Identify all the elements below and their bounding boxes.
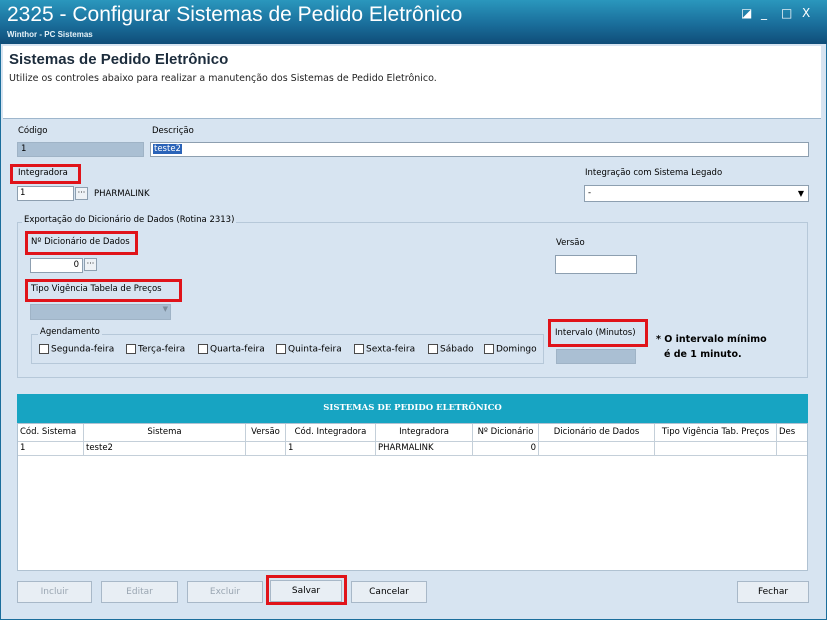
table-cell[interactable]: 0 [473,442,539,456]
table-cell[interactable]: PHARMALINK [376,442,473,456]
versao-label: Versão [556,238,585,248]
checkbox-box[interactable] [39,344,49,354]
checkbox-sabado[interactable]: Sábado [428,344,474,355]
checkbox-box[interactable] [126,344,136,354]
descricao-value: teste2 [153,144,182,154]
grid-title: SISTEMAS DE PEDIDO ELETRÔNICO [17,394,808,423]
column-header-versao[interactable]: Versão [246,424,286,442]
column-header-dicionario-dados[interactable]: Dicionário de Dados [539,424,655,442]
checkbox-sexta[interactable]: Sexta-feira [354,344,415,355]
minimize-button[interactable]: _ [761,6,767,20]
tipo-vigencia-label: Tipo Vigência Tabela de Preços [31,284,162,294]
page-title: Sistemas de Pedido Eletrônico [9,51,229,68]
checkbox-segunda[interactable]: Segunda-feira [39,344,114,355]
integradora-code-input[interactable]: 1 [17,186,74,201]
dicionario-label: Nº Dicionário de Dados [31,237,130,247]
close-button[interactable]: X [802,6,810,20]
fechar-button[interactable]: Fechar [737,581,809,603]
chevron-down-icon: ▼ [797,189,804,198]
window-title: 2325 - Configurar Sistemas de Pedido Ele… [7,3,463,26]
chevron-down-icon: ▼ [162,305,168,313]
agendamento-label: Agendamento [38,327,102,337]
column-header-tipo-vigencia[interactable]: Tipo Vigência Tab. Preços [655,424,777,442]
exportacao-label: Exportação do Dicionário de Dados (Rotin… [22,215,237,225]
table-cell[interactable]: teste2 [84,442,246,456]
title-bar: 2325 - Configurar Sistemas de Pedido Ele… [0,0,827,44]
column-header-descricao[interactable]: Des [777,424,807,442]
cancelar-button[interactable]: Cancelar [351,581,427,603]
checkbox-box[interactable] [428,344,438,354]
checkbox-label: Quarta-feira [210,344,265,355]
intervalo-label: Intervalo (Minutos) [555,328,636,338]
integradora-label: Integradora [18,168,68,178]
codigo-field: 1 [17,142,144,157]
intervalo-input[interactable] [556,349,636,364]
maximize-button[interactable]: □ [781,6,792,20]
page-description: Utilize os controles abaixo para realiza… [9,73,437,84]
integradora-name: PHARMALINK [94,189,150,199]
table-cell[interactable]: 1 [286,442,376,456]
intervalo-note-line2: é de 1 minuto. [664,349,742,360]
checkbox-quinta[interactable]: Quinta-feira [276,344,342,355]
column-header-sistema[interactable]: Sistema [84,424,246,442]
page-header: Sistemas de Pedido Eletrônico Utilize os… [3,46,821,119]
integracao-legado-value: - [588,188,592,198]
excluir-button[interactable]: Excluir [187,581,263,603]
restore-icon[interactable]: ◪ [741,6,752,20]
checkbox-label: Segunda-feira [51,344,115,355]
table-cell[interactable] [539,442,655,456]
column-header-cod-integradora[interactable]: Cód. Integradora [286,424,376,442]
intervalo-note-line1: * O intervalo mínimo [656,334,767,345]
checkbox-quarta[interactable]: Quarta-feira [198,344,265,355]
sistemas-table[interactable]: Cód. Sistema Sistema Versão Cód. Integra… [17,423,808,571]
integracao-legado-label: Integração com Sistema Legado [585,168,723,178]
incluir-button[interactable]: Incluir [17,581,92,603]
checkbox-box[interactable] [276,344,286,354]
codigo-label: Código [18,126,48,136]
dicionario-lookup-button[interactable]: ··· [84,258,97,271]
checkbox-label: Quinta-feira [288,344,342,355]
integracao-legado-select[interactable]: - ▼ [584,185,809,202]
column-header-dicionario[interactable]: Nº Dicionário [473,424,539,442]
descricao-field[interactable]: teste2 [150,142,809,157]
salvar-button[interactable]: Salvar [270,580,342,602]
checkbox-box[interactable] [354,344,364,354]
checkbox-box[interactable] [198,344,208,354]
checkbox-label: Terça-feira [138,344,186,355]
checkbox-terca[interactable]: Terça-feira [126,344,185,355]
tipo-vigencia-select[interactable]: ▼ [30,304,171,320]
column-header-integradora[interactable]: Integradora [376,424,473,442]
checkbox-domingo[interactable]: Domingo [484,344,537,355]
window-subtitle: Winthor - PC Sistemas [7,30,93,39]
checkbox-box[interactable] [484,344,494,354]
integradora-lookup-button[interactable]: ··· [75,187,88,200]
checkbox-label: Sábado [440,344,474,355]
checkbox-label: Sexta-feira [366,344,416,355]
descricao-label: Descrição [152,126,194,136]
table-cell[interactable] [655,442,777,456]
table-cell[interactable] [777,442,807,456]
dicionario-input[interactable]: 0 [30,258,83,273]
table-cell[interactable]: 1 [18,442,84,456]
versao-input[interactable] [555,255,637,274]
checkbox-label: Domingo [496,344,537,355]
column-header-cod-sistema[interactable]: Cód. Sistema [18,424,84,442]
editar-button[interactable]: Editar [101,581,178,603]
table-cell[interactable] [246,442,286,456]
